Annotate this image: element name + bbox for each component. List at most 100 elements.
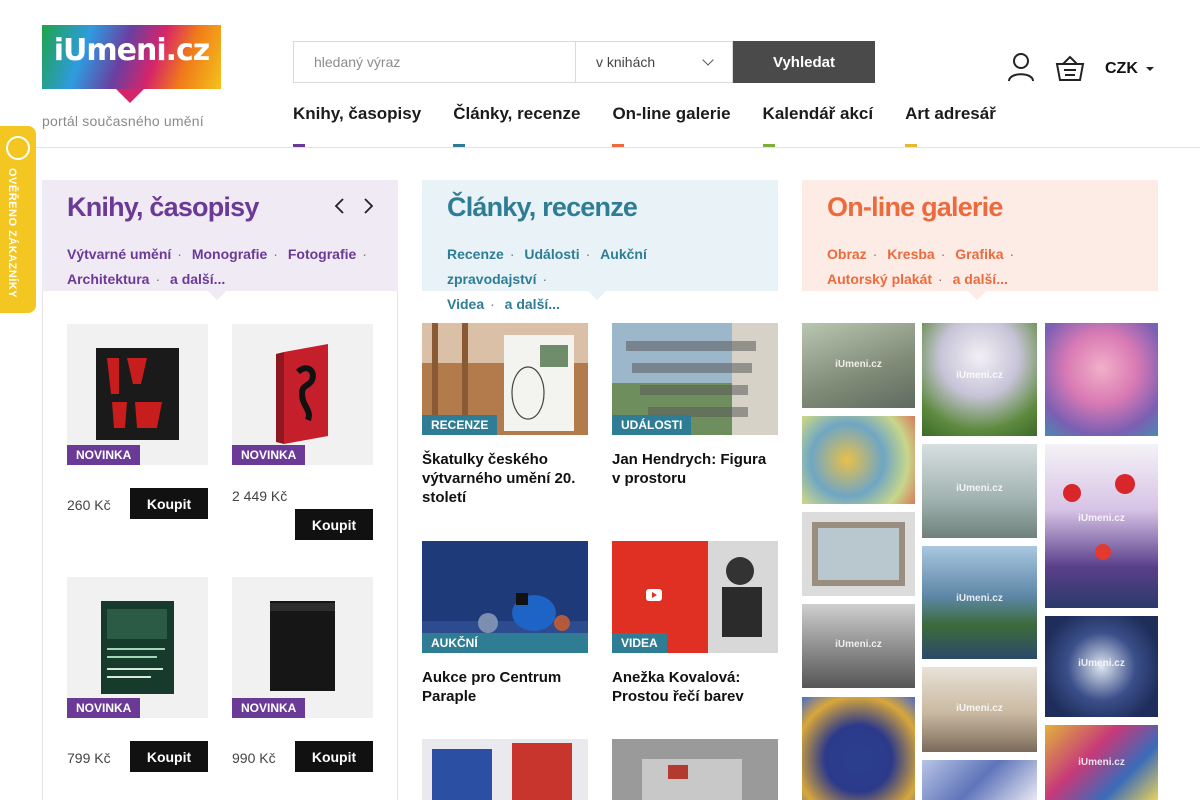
articles-category-links: Recenze · Události · Aukční zpravodajství ·…: [447, 246, 647, 312]
article-image: RECENZE: [422, 323, 588, 435]
link-events[interactable]: Události: [524, 246, 579, 262]
currency-label: CZK: [1105, 60, 1138, 77]
nav-item-books[interactable]: Knihy, časopisy: [293, 104, 421, 148]
link-drawings[interactable]: Kresba: [887, 246, 934, 262]
search-input[interactable]: [293, 41, 575, 83]
seal-icon: [6, 136, 30, 160]
book-cover[interactable]: NOVINKA: [67, 577, 208, 718]
article-image: UDÁLOSTI: [612, 323, 778, 435]
basket-icon[interactable]: [1055, 54, 1085, 82]
books-title[interactable]: Knihy, časopisy: [67, 192, 373, 232]
book-card: NOVINKA: [232, 577, 373, 718]
site-logo[interactable]: iUmeni.cz: [42, 25, 222, 105]
article-card[interactable]: AUKČNÍ ZPRAVODAJSTVÍ Aukce pro Centrum P…: [422, 541, 588, 706]
link-more[interactable]: a další...: [505, 296, 560, 312]
article-image[interactable]: [422, 739, 588, 800]
chevron-right-icon[interactable]: [360, 198, 376, 214]
book-cover[interactable]: NOVINKA: [232, 577, 373, 718]
artwork-thumbnail[interactable]: iUmeni.cz: [1045, 616, 1158, 717]
category-tag: RECENZE: [422, 415, 498, 435]
search-scope-value: v knihách: [596, 54, 656, 70]
buy-button[interactable]: Koupit: [295, 741, 373, 772]
artwork-thumbnail[interactable]: [802, 416, 915, 504]
article-image[interactable]: [612, 739, 778, 800]
article-photo: [612, 739, 778, 800]
nav-item-articles[interactable]: Články, recenze: [453, 104, 580, 148]
new-badge: NOVINKA: [67, 445, 141, 465]
search-scope-select[interactable]: v knihách: [575, 41, 733, 83]
nav-item-gallery[interactable]: On-line galerie: [612, 104, 731, 148]
link-paintings[interactable]: Obraz: [827, 246, 867, 262]
verified-customers-badge[interactable]: OVĚŘENO ZÁKAZNÍKY: [0, 126, 36, 313]
book-price: 260 Kč: [67, 497, 111, 513]
logo-text: iUmeni.cz: [53, 33, 211, 68]
search-button[interactable]: Vyhledat: [733, 41, 875, 83]
gallery-column: On-line galerie Obraz · Kresba · Grafika · …: [802, 180, 1158, 800]
book-cover-image: [232, 577, 373, 718]
link-photography[interactable]: Fotografie: [288, 246, 356, 262]
watermark: iUmeni.cz: [956, 702, 1003, 714]
link-prints[interactable]: Grafika: [955, 246, 1003, 262]
artwork-thumbnail[interactable]: iUmeni.cz: [922, 323, 1037, 436]
buy-button[interactable]: Koupit: [130, 741, 208, 772]
article-card[interactable]: UDÁLOSTI Jan Hendrych: Figura v prostoru: [612, 323, 778, 488]
articles-title[interactable]: Články, recenze: [447, 192, 753, 232]
link-more[interactable]: a další...: [953, 271, 1008, 287]
artwork-thumbnail[interactable]: iUmeni.cz: [922, 444, 1037, 538]
user-icon[interactable]: [1006, 52, 1036, 82]
artwork-thumbnail[interactable]: iUmeni.cz: [1045, 444, 1158, 608]
article-title[interactable]: Škatulky českého výtvarného umění 20. st…: [422, 450, 588, 507]
new-badge: NOVINKA: [232, 698, 306, 718]
nav-accent-bar: [453, 144, 466, 147]
nav-item-label: Knihy, časopisy: [293, 104, 422, 123]
link-posters[interactable]: Autorský plakát: [827, 271, 932, 287]
caret-down-icon: [1145, 67, 1154, 71]
buy-button[interactable]: Koupit: [130, 488, 208, 519]
search-bar: v knihách Vyhledat: [293, 41, 875, 83]
nav-item-label: Kalendář akcí: [762, 104, 874, 123]
watermark: iUmeni.cz: [956, 370, 1003, 382]
book-cover-image: [232, 324, 373, 465]
link-more[interactable]: a další...: [170, 271, 225, 287]
article-title[interactable]: Jan Hendrych: Figura v prostoru: [612, 450, 778, 488]
buy-button[interactable]: Koupit: [295, 509, 373, 540]
artwork-thumbnail[interactable]: iUmeni.cz: [922, 546, 1037, 659]
chevron-left-icon[interactable]: [332, 198, 348, 214]
link-monographs[interactable]: Monografie: [192, 246, 267, 262]
article-card[interactable]: VIDEA Anežka Kovalová: Prostou řečí bare…: [612, 541, 778, 706]
article-title[interactable]: Anežka Kovalová: Prostou řečí barev: [612, 668, 778, 706]
nav-accent-bar: [905, 144, 918, 147]
books-column: Knihy, časopisy Výtvarné umění · Monograf…: [42, 180, 398, 800]
artwork-thumbnail[interactable]: iUmeni.cz: [802, 604, 915, 688]
category-tag: VIDEA: [612, 633, 667, 653]
book-price: 990 Kč: [232, 750, 276, 766]
artwork-thumbnail[interactable]: [802, 697, 915, 800]
nav-item-label: Art adresář: [905, 104, 996, 123]
category-tag: AUKČNÍ ZPRAVODAJSTVÍ: [422, 633, 588, 653]
artwork-thumbnail[interactable]: [802, 512, 915, 596]
book-cover[interactable]: NOVINKA: [67, 324, 208, 465]
currency-selector[interactable]: CZK: [1105, 60, 1154, 78]
articles-column: Články, recenze Recenze · Události · Aukčn…: [422, 180, 778, 800]
watermark: iUmeni.cz: [1078, 658, 1125, 670]
artwork-thumbnail[interactable]: iUmeni.cz: [922, 667, 1037, 752]
artwork-thumbnail[interactable]: iUmeni.cz: [1045, 725, 1158, 800]
gallery-title[interactable]: On-line galerie: [827, 192, 1133, 232]
logo-mark: iUmeni.cz: [42, 25, 221, 103]
book-card: NOVINKA: [232, 324, 373, 465]
nav-item-directory[interactable]: Art adresář: [905, 104, 996, 148]
artwork-thumbnail[interactable]: [1045, 323, 1158, 436]
article-card[interactable]: RECENZE Škatulky českého výtvarného uměn…: [422, 323, 588, 507]
link-architecture[interactable]: Architektura: [67, 271, 149, 287]
chevron-down-icon: [702, 54, 714, 66]
artwork-thumbnail[interactable]: iUmeni.cz: [802, 323, 915, 408]
link-videos[interactable]: Videa: [447, 296, 484, 312]
nav-item-calendar[interactable]: Kalendář akcí: [762, 104, 874, 148]
book-cover[interactable]: NOVINKA: [232, 324, 373, 465]
nav-item-label: Články, recenze: [453, 104, 581, 123]
link-reviews[interactable]: Recenze: [447, 246, 504, 262]
artwork-thumbnail[interactable]: [922, 760, 1037, 800]
link-fine-art[interactable]: Výtvarné umění: [67, 246, 171, 262]
article-title[interactable]: Aukce pro Centrum Paraple: [422, 668, 588, 706]
watermark: iUmeni.cz: [1078, 756, 1125, 768]
